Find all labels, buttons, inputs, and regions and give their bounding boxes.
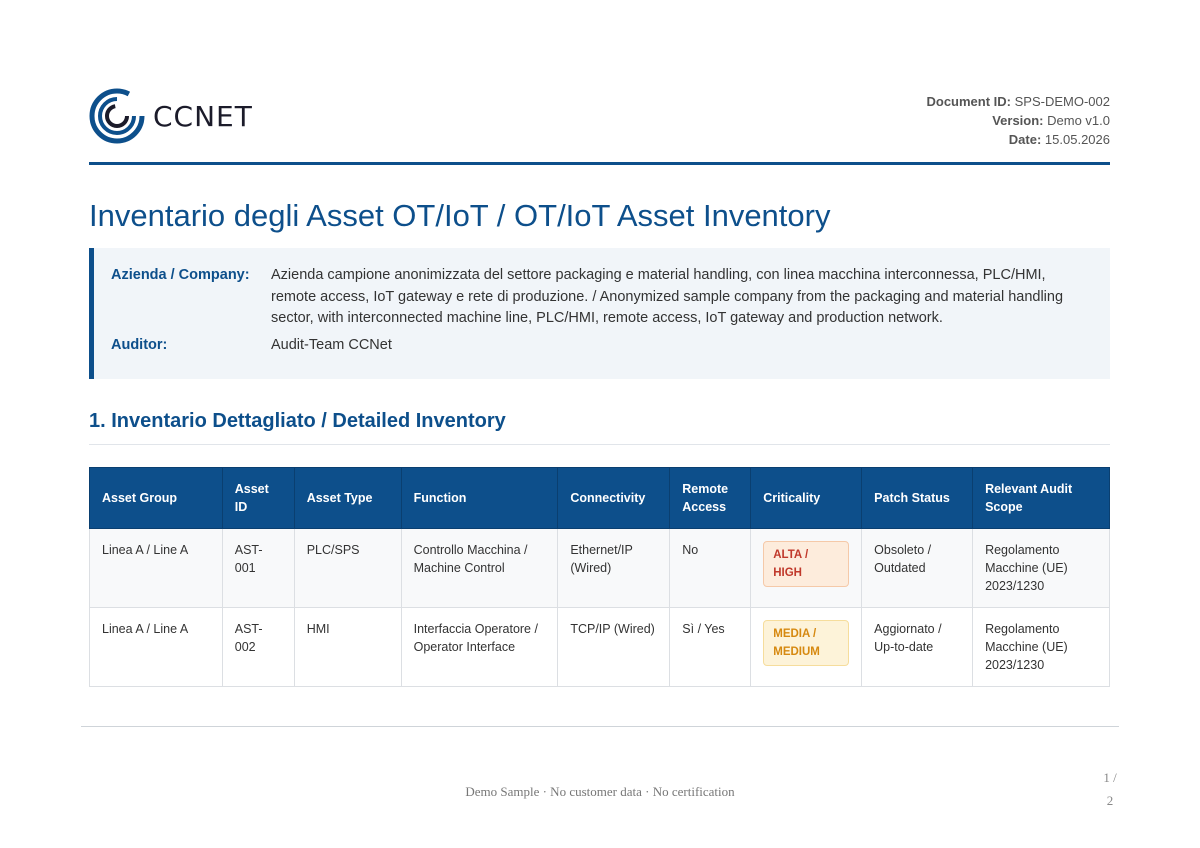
table-row: Linea A / Line A AST-002 HMI Interfaccia… <box>89 607 1110 687</box>
footer-divider <box>81 726 1119 727</box>
version-value: Demo v1.0 <box>1047 113 1110 128</box>
info-box: Azienda / Company: Azienda campione anon… <box>89 248 1110 379</box>
cell-criticality: MEDIA / MEDIUM <box>750 607 863 687</box>
footer-disclaimer: Demo Sample · No customer data · No cert… <box>465 784 735 799</box>
section-divider <box>89 444 1110 445</box>
inventory-table: Asset Group Asset ID Asset Type Function… <box>89 467 1110 687</box>
cell-asset-group: Linea A / Line A <box>89 607 223 687</box>
auditor-row: Auditor: Audit-Team CCNet <box>111 335 1091 357</box>
cell-asset-group: Linea A / Line A <box>89 528 223 608</box>
cell-audit-scope: Regolamento Macchine (UE) 2023/1230 <box>972 528 1110 608</box>
document-id-line: Document ID: SPS-DEMO-002 <box>927 92 1111 111</box>
cell-criticality: ALTA / HIGH <box>750 528 863 608</box>
column-header-patch-status: Patch Status <box>861 467 974 529</box>
section-title: 1. Inventario Dettagliato / Detailed Inv… <box>89 410 506 432</box>
page-number-current: 1 / <box>1103 770 1117 785</box>
cell-patch-status: Obsoleto / Outdated <box>861 528 974 608</box>
date-value: 15.05.2026 <box>1044 132 1110 147</box>
criticality-badge: MEDIA / MEDIUM <box>763 620 850 666</box>
cell-asset-type: PLC/SPS <box>293 528 402 608</box>
auditor-label: Auditor: <box>111 337 168 353</box>
column-header-connectivity: Connectivity <box>557 467 671 529</box>
cell-audit-scope: Regolamento Macchine (UE) 2023/1230 <box>972 607 1110 687</box>
auditor-value: Audit-Team CCNet <box>271 337 392 353</box>
page-number: 1 / 2 <box>1100 766 1120 812</box>
date-line: Date: 15.05.2026 <box>927 130 1110 149</box>
page-number-total: 2 <box>1106 793 1114 808</box>
cell-remote-access: No <box>669 528 752 608</box>
column-header-remote-access: Remote Access <box>669 467 752 529</box>
cell-asset-id: AST-002 <box>221 607 295 687</box>
cell-asset-id: AST-001 <box>221 528 295 608</box>
version-label: Version: <box>992 113 1044 128</box>
document-meta: Document ID: SPS-DEMO-002 Version: Demo … <box>927 92 1111 149</box>
document-id-label: Document ID: <box>926 94 1012 109</box>
column-header-criticality: Criticality <box>750 467 863 529</box>
table-header-row: Asset Group Asset ID Asset Type Function… <box>89 467 1110 529</box>
column-header-function: Function <box>400 467 559 529</box>
cell-function: Interfaccia Operatore / Operator Interfa… <box>400 607 559 687</box>
document-id-value: SPS-DEMO-002 <box>1014 94 1110 109</box>
cell-connectivity: TCP/IP (Wired) <box>557 607 671 687</box>
cell-remote-access: Sì / Yes <box>669 607 752 687</box>
company-value: Azienda campione anonimizzata del settor… <box>271 267 1064 326</box>
company-logo: CCNET <box>89 88 253 144</box>
ccnet-logo-icon <box>89 88 145 144</box>
column-header-asset-id: Asset ID <box>221 467 295 529</box>
column-header-asset-group: Asset Group <box>89 467 223 529</box>
criticality-badge: ALTA / HIGH <box>763 541 850 587</box>
company-row: Azienda / Company: Azienda campione anon… <box>111 265 1091 330</box>
document-header: CCNET Document ID: SPS-DEMO-002 Version:… <box>89 88 1110 148</box>
table-row: Linea A / Line A AST-001 PLC/SPS Control… <box>89 528 1110 608</box>
header-divider <box>89 162 1110 165</box>
column-header-audit-scope: Relevant Audit Scope <box>972 467 1110 529</box>
date-label: Date: <box>1008 132 1042 147</box>
cell-asset-type: HMI <box>293 607 402 687</box>
cell-patch-status: Aggiornato / Up-to-date <box>861 607 974 687</box>
company-label: Azienda / Company: <box>111 267 250 283</box>
cell-function: Controllo Macchina / Machine Control <box>400 528 559 608</box>
logo-text: CCNET <box>153 99 253 133</box>
page-title: Inventario degli Asset OT/IoT / OT/IoT A… <box>89 198 831 233</box>
column-header-asset-type: Asset Type <box>293 467 402 529</box>
cell-connectivity: Ethernet/IP (Wired) <box>557 528 671 608</box>
version-line: Version: Demo v1.0 <box>927 111 1110 130</box>
